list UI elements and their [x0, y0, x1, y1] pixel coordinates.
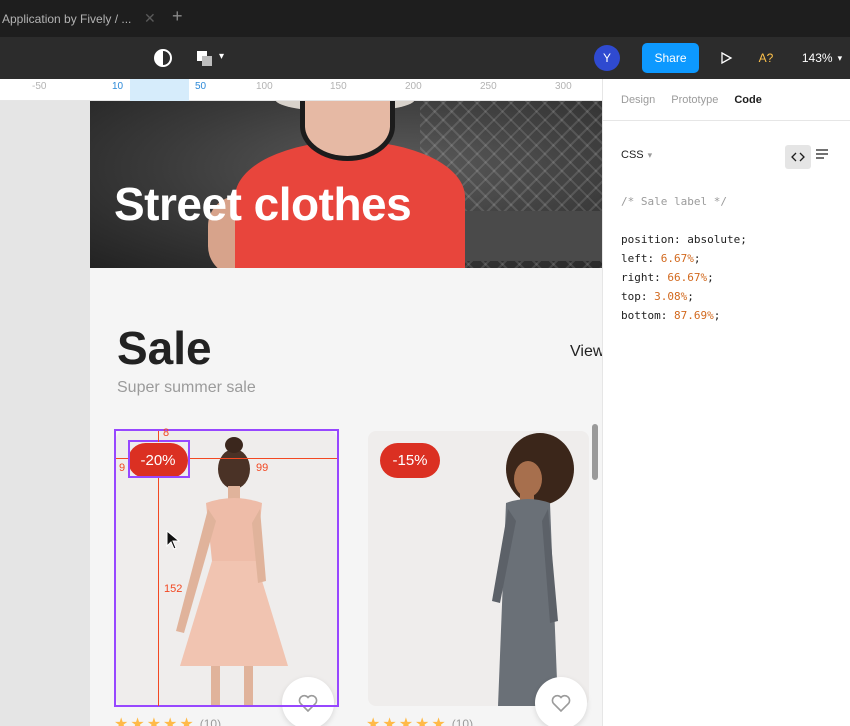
chevron-down-icon: ▾ [219, 51, 225, 62]
star-icon: ★ [146, 716, 162, 726]
code-comment: /* Sale label */ [621, 195, 727, 208]
measure-line-bottom [158, 478, 159, 706]
new-tab-icon[interactable]: + [172, 6, 183, 27]
zoom-dropdown[interactable]: 143% ▾ [798, 50, 846, 66]
star-icon: ★ [130, 716, 145, 726]
design-frame[interactable]: Street clothes Sale Super summer sale Vi… [90, 101, 602, 726]
product-rating: ★ ★ ★ ★ ★ (10) [366, 714, 473, 726]
close-tab-icon[interactable]: ✕ [144, 10, 156, 27]
css-code-block[interactable]: /* Sale label */ position: absolute; lef… [621, 192, 747, 325]
shape-square-b [202, 56, 212, 66]
panel-tabs: Design Prototype Code [603, 79, 850, 121]
ruler-selection-highlight [130, 79, 189, 101]
shapes-icon[interactable]: ▾ [197, 49, 229, 67]
measure-top-label: 8 [163, 427, 170, 439]
ruler-tick: 300 [555, 81, 572, 92]
star-icon: ★ [415, 716, 430, 726]
code-property-value: absolute [687, 233, 741, 246]
view-all-link[interactable]: View [570, 343, 602, 361]
ruler-tick: -50 [32, 81, 47, 92]
sale-title[interactable]: Sale [117, 321, 212, 375]
language-dropdown[interactable]: CSS ▾ [621, 149, 652, 161]
heart-icon [551, 694, 571, 712]
canvas-background [0, 101, 90, 726]
hero-title[interactable]: Street clothes [114, 177, 412, 231]
share-button[interactable]: Share [642, 43, 699, 73]
tab-code[interactable]: Code [734, 94, 762, 106]
code-property-value: 66.67% [667, 271, 708, 284]
rating-count: (10) [451, 717, 474, 726]
chevron-down-icon: ▾ [837, 52, 843, 63]
toolbar: ▾ Y Share A? 143% ▾ [0, 37, 850, 79]
measure-left-label: 9 [119, 462, 126, 474]
play-icon[interactable] [718, 50, 734, 66]
rating-count: (10) [199, 717, 222, 726]
measure-right-label: 99 [256, 462, 269, 474]
code-property-value: 3.08% [654, 290, 688, 303]
language-label: CSS [621, 149, 644, 161]
title-bar: Application by Fively / ... ✕ + [0, 0, 850, 37]
canvas-scrollbar[interactable] [592, 424, 598, 480]
tab-design[interactable]: Design [621, 94, 655, 106]
accessibility-button[interactable]: A? [756, 50, 776, 66]
star-icon: ★ [179, 716, 194, 726]
avatar[interactable]: Y [594, 45, 620, 71]
cursor-icon [166, 529, 181, 555]
hero-bench-image [465, 211, 602, 261]
product-rating: ★ ★ ★ ★ ★ (10) [114, 714, 221, 726]
measure-line-top [158, 431, 159, 442]
star-icon: ★ [431, 716, 446, 726]
file-tab-title: Application by Fively / ... [2, 11, 132, 26]
tab-prototype[interactable]: Prototype [671, 94, 718, 106]
menu-icon [816, 149, 828, 159]
sale-badge[interactable]: -20% [128, 443, 188, 478]
code-property-name: left [621, 252, 648, 265]
sale-subtitle[interactable]: Super summer sale [117, 379, 256, 397]
sale-badge[interactable]: -15% [380, 443, 440, 478]
contrast-icon[interactable] [154, 49, 172, 67]
ruler-tick: 200 [405, 81, 422, 92]
list-view-button[interactable] [815, 147, 831, 167]
code-property-value: 6.67% [660, 252, 694, 265]
star-icon: ★ [366, 716, 381, 726]
ruler-tick: 50 [195, 81, 207, 92]
star-icon: ★ [382, 716, 397, 726]
ruler-tick: 250 [480, 81, 497, 92]
measure-line-left [116, 458, 128, 459]
hero-banner[interactable]: Street clothes [90, 101, 602, 268]
star-icon: ★ [398, 716, 414, 726]
heart-icon [298, 694, 318, 712]
zoom-label: 143% [801, 51, 833, 65]
ruler-tick: 10 [112, 81, 124, 92]
code-property-value: 87.69% [674, 309, 714, 322]
code-view-button[interactable] [785, 145, 811, 169]
code-icon [791, 152, 805, 162]
measure-bottom-label: 152 [164, 583, 183, 595]
ruler-tick: 150 [330, 81, 347, 92]
measure-line-right [190, 458, 337, 459]
ruler-tick: 100 [256, 81, 273, 92]
product-card[interactable]: -15% [368, 431, 589, 706]
code-property-name: right [621, 271, 655, 284]
favorite-button[interactable] [535, 677, 587, 726]
inspect-panel: Design Prototype Code CSS ▾ /* Sale labe… [602, 79, 850, 726]
code-property-name: position [621, 233, 674, 246]
code-property-name: bottom [621, 309, 661, 322]
code-property-name: top [621, 290, 641, 303]
favorite-button[interactable] [282, 677, 334, 726]
horizontal-ruler: -50 10 50 100 150 200 250 300 [0, 79, 602, 101]
star-icon: ★ [114, 716, 129, 726]
chevron-down-icon: ▾ [647, 149, 653, 160]
star-icon: ★ [163, 716, 178, 726]
product-card[interactable]: -20% [116, 431, 337, 706]
